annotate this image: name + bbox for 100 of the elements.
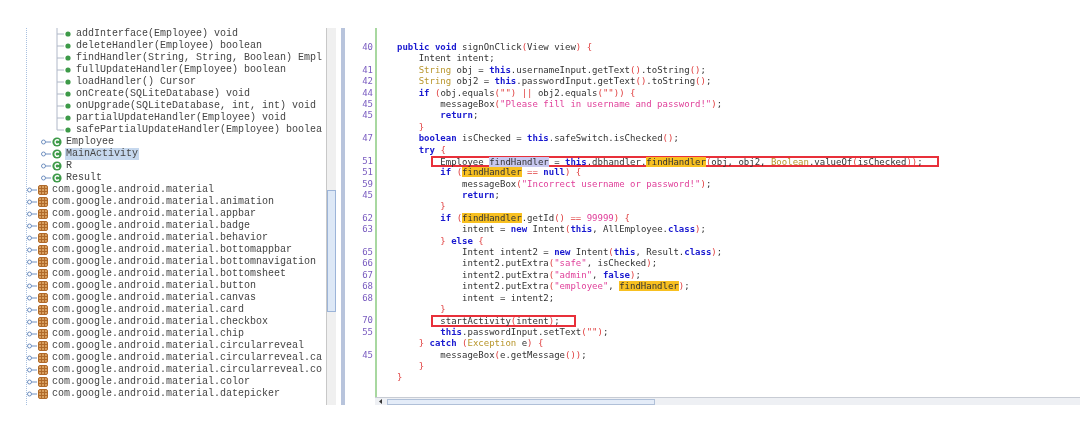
tree-item[interactable]: fullUpdateHandler(Employee) boolean [75, 64, 288, 76]
expander-icon[interactable] [27, 259, 37, 265]
expander-icon[interactable] [27, 295, 37, 301]
expander-icon[interactable] [27, 379, 37, 385]
package-icon [38, 257, 48, 267]
expander-icon[interactable] [27, 343, 37, 349]
tree-item[interactable]: onUpgrade(SQLiteDatabase, int, int) void [75, 100, 318, 112]
tree-item[interactable]: MainActivity [65, 148, 139, 160]
tree-item[interactable]: com.google.android.material.animation [51, 196, 276, 208]
tree-item[interactable]: com.google.android.material.bottomappbar [51, 244, 294, 256]
tree-item[interactable]: com.google.android.material.circularreveal [51, 340, 306, 352]
line-number: 59 [362, 178, 373, 189]
expander-icon[interactable] [27, 223, 37, 229]
tree-item[interactable]: Employee [65, 136, 115, 148]
code-line: messageBox(e.getMessage()); [439, 349, 588, 361]
expander-icon[interactable] [41, 139, 51, 145]
tree-item[interactable]: loadHandler() Cursor [75, 76, 198, 88]
method-dot-icon [65, 91, 71, 97]
tree-item[interactable]: com.google.android.material.badge [51, 220, 252, 232]
expander-icon[interactable] [27, 211, 37, 217]
line-number: 41 [362, 64, 373, 75]
tree-guide-icon [55, 100, 65, 112]
tree-guide-icon [55, 112, 65, 124]
code-line: intent2.putExtra("employee", findHandler); [461, 281, 691, 293]
expander-icon[interactable] [27, 331, 37, 337]
tree-item[interactable]: com.google.android.material.circularreveal.co [51, 364, 324, 376]
code-line: } catch (Exception e) { [417, 338, 545, 350]
code-line: public void signOnClick(View view) { [396, 42, 594, 54]
code-line: return; [461, 190, 501, 202]
line-number: 42 [362, 76, 373, 87]
tree-item[interactable]: com.google.android.material.datepicker [51, 388, 282, 400]
code-line: String obj = this.usernameInput.getText().toString(); [417, 64, 707, 76]
line-number: 68 [362, 281, 373, 292]
expander-icon[interactable] [41, 163, 51, 169]
line-number: 51 [362, 155, 373, 166]
expander-icon[interactable] [27, 367, 37, 373]
code-line: Intent intent2 = new Intent(this, Result.class); [461, 247, 724, 259]
code-line: messageBox("Please fill in username and password!"); [439, 98, 724, 111]
tree-item[interactable]: Result [65, 172, 103, 184]
tree-item[interactable]: com.google.android.material.bottomsheet [51, 268, 288, 280]
tree-item[interactable]: com.google.android.material.appbar [51, 208, 258, 220]
code-line: } [417, 121, 426, 134]
code-line: intent = new Intent(this, AllEmployee.class); [461, 224, 707, 236]
tree-item[interactable]: findHandler(String, String, Boolean) Empl [75, 52, 324, 64]
package-icon [38, 353, 48, 363]
tree-item[interactable]: com.google.android.material.button [51, 280, 258, 292]
expander-icon[interactable] [27, 307, 37, 313]
tree-item[interactable]: addInterface(Employee) void [75, 28, 240, 40]
package-icon [38, 221, 48, 231]
expander-icon[interactable] [27, 319, 37, 325]
tree-item[interactable]: safePartialUpdateHandler(Employee) boolea [75, 124, 324, 136]
line-number: 55 [362, 326, 373, 337]
tree-guide-icon [55, 76, 65, 88]
expander-icon[interactable] [27, 187, 37, 193]
tree-item[interactable]: com.google.android.material.chip [51, 328, 246, 340]
expander-icon[interactable] [27, 199, 37, 205]
tree-item[interactable]: com.google.android.material.bottomnavigation [51, 256, 318, 268]
tree-item[interactable]: com.google.android.material.behavior [51, 232, 270, 244]
class-icon [52, 137, 62, 147]
line-number: 70 [362, 315, 373, 326]
package-icon [38, 365, 48, 375]
package-icon [38, 185, 48, 195]
tree-item[interactable]: com.google.android.material [51, 184, 216, 196]
code-line: } [439, 304, 447, 316]
expander-icon[interactable] [27, 271, 37, 277]
code-line: Intent intent; [417, 53, 496, 65]
method-dot-icon [65, 43, 71, 49]
code-line: } [417, 360, 426, 373]
scrollbar-thumb[interactable] [327, 190, 336, 312]
scroll-left-icon[interactable] [377, 398, 385, 405]
tree-item[interactable]: com.google.android.material.color [51, 376, 252, 388]
package-icon [38, 377, 48, 387]
tree-guide-icon [55, 88, 65, 100]
expander-icon[interactable] [27, 235, 37, 241]
horizontal-scrollbar[interactable] [375, 397, 1080, 405]
scrollbar-thumb[interactable] [387, 398, 655, 405]
code-line: } else { [439, 235, 485, 248]
expander-icon[interactable] [27, 247, 37, 253]
code-line: this.passwordInput.setText(""); [439, 326, 610, 339]
tree-item[interactable]: onCreate(SQLiteDatabase) void [75, 88, 252, 100]
tree-item[interactable]: com.google.android.material.card [51, 304, 246, 316]
line-number: 45 [362, 98, 373, 109]
method-dot-icon [65, 67, 71, 73]
expander-icon[interactable] [27, 391, 37, 397]
expander-icon[interactable] [41, 151, 51, 157]
expander-icon[interactable] [27, 355, 37, 361]
vertical-scrollbar[interactable] [326, 28, 336, 405]
expander-icon[interactable] [27, 283, 37, 289]
tree-item[interactable]: com.google.android.material.circularreveal.ca [51, 352, 324, 364]
line-number: 45 [362, 349, 373, 360]
method-dot-icon [65, 55, 71, 61]
expander-icon[interactable] [41, 175, 51, 181]
tree-item[interactable]: partialUpdateHandler(Employee) void [75, 112, 288, 124]
tree-item[interactable]: deleteHandler(Employee) boolean [75, 40, 264, 52]
package-icon [38, 281, 48, 291]
line-number: 45 [362, 190, 373, 201]
tree-item[interactable]: com.google.android.material.canvas [51, 292, 258, 304]
tree-item[interactable]: com.google.android.material.checkbox [51, 316, 270, 328]
tree-item[interactable]: R [65, 160, 73, 172]
code-line: String obj2 = this.passwordInput.getText().toString(); [417, 76, 713, 88]
